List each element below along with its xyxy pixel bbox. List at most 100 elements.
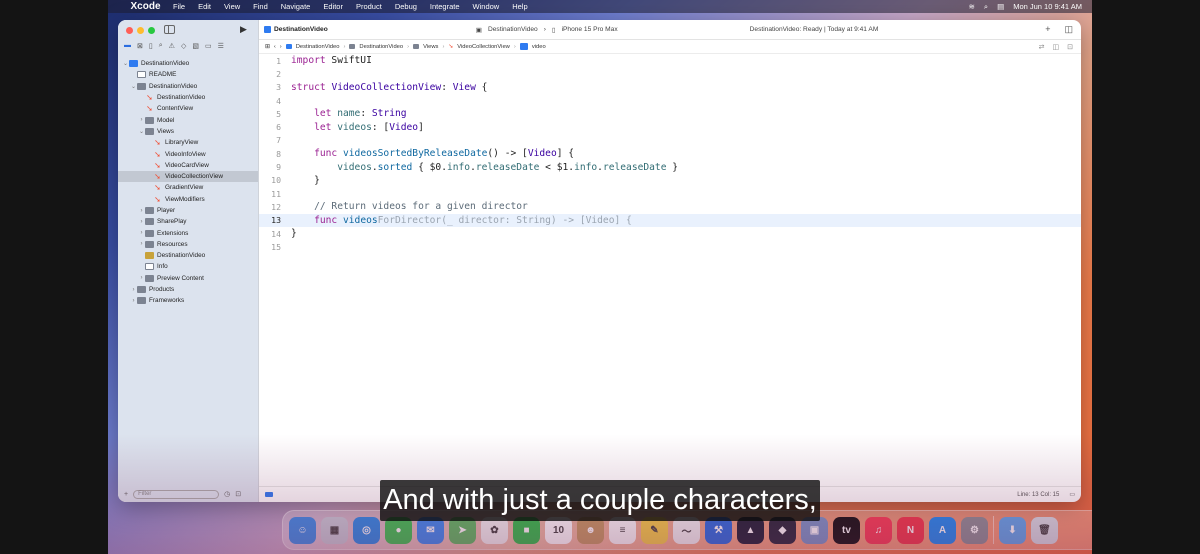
menu-editor[interactable]: Editor bbox=[323, 2, 343, 11]
wifi-icon[interactable]: ≋ bbox=[969, 2, 975, 11]
source-control-filter-icon[interactable]: ⊡ bbox=[235, 490, 241, 498]
code-line[interactable]: 4 bbox=[259, 94, 1081, 107]
disclosure-chevron-icon[interactable]: ⌄ bbox=[130, 83, 137, 90]
disclosure-chevron-icon[interactable]: › bbox=[138, 230, 145, 236]
tree-item[interactable]: ➘ DestinationVideo bbox=[118, 92, 258, 103]
safari-icon[interactable]: ◎ bbox=[353, 516, 380, 544]
recent-files-icon[interactable]: ◷ bbox=[224, 490, 230, 498]
music-icon[interactable]: ♫ bbox=[865, 516, 892, 544]
menu-edit[interactable]: Edit bbox=[198, 2, 211, 11]
menu-clock[interactable]: Mon Jun 10 9:41 AM bbox=[1013, 2, 1082, 11]
add-file-icon[interactable]: + bbox=[124, 491, 128, 498]
menu-help[interactable]: Help bbox=[512, 2, 527, 11]
close-window-button[interactable] bbox=[126, 27, 133, 34]
disclosure-chevron-icon[interactable]: › bbox=[138, 275, 145, 281]
disclosure-chevron-icon[interactable]: › bbox=[138, 241, 145, 247]
tree-item[interactable]: › Model bbox=[118, 114, 258, 125]
control-center-icon[interactable]: ▤ bbox=[997, 2, 1004, 11]
zoom-window-button[interactable] bbox=[148, 27, 155, 34]
tree-item[interactable]: README bbox=[118, 69, 258, 80]
find-navigator-icon[interactable]: ⌕ bbox=[159, 42, 163, 50]
tree-item[interactable]: › Products bbox=[118, 284, 258, 295]
debug-navigator-icon[interactable]: ▧ bbox=[192, 42, 199, 50]
menu-navigate[interactable]: Navigate bbox=[281, 2, 311, 11]
grid-icon[interactable]: ⊞ bbox=[265, 44, 270, 50]
related-items-icon[interactable]: ⇄ bbox=[1039, 43, 1045, 51]
inspector-toggle-icon[interactable]: ◫ bbox=[1064, 24, 1073, 35]
code-line[interactable]: 7 bbox=[259, 134, 1081, 147]
code-line[interactable]: 14} bbox=[259, 227, 1081, 240]
trash-icon[interactable]: 🗑 bbox=[1031, 516, 1058, 544]
source-editor[interactable]: 1 import SwiftUI 2 3 struct VideoCollectionV… bbox=[259, 54, 1081, 486]
disclosure-chevron-icon[interactable]: › bbox=[130, 287, 137, 293]
code-line[interactable]: 3 struct VideoCollectionView: View { bbox=[259, 81, 1081, 94]
bookmark-icon[interactable]: ▯ bbox=[149, 42, 153, 50]
code-line[interactable]: 11 bbox=[259, 187, 1081, 200]
tree-item[interactable]: ➘ VideoInfoView bbox=[118, 148, 258, 159]
breakpoint-navigator-icon[interactable]: ▭ bbox=[205, 42, 212, 50]
tree-item[interactable]: ➘ VideoCollectionView bbox=[118, 170, 258, 183]
split-editor-icon[interactable]: ◫ bbox=[1053, 43, 1060, 51]
settings-icon[interactable]: ⚙ bbox=[961, 516, 988, 544]
source-control-icon[interactable]: ⊠ bbox=[137, 42, 143, 50]
crumb-file[interactable]: VideoCollectionView bbox=[457, 44, 510, 50]
menu-file[interactable]: File bbox=[173, 2, 185, 11]
tv-icon[interactable]: tv bbox=[833, 516, 860, 544]
appstore-icon[interactable]: A bbox=[929, 516, 956, 544]
disclosure-chevron-icon[interactable]: › bbox=[130, 298, 137, 304]
tree-item[interactable]: ➘ ViewModifiers bbox=[118, 194, 258, 205]
test-navigator-icon[interactable]: ◇ bbox=[181, 42, 186, 50]
menu-app-name[interactable]: Xcode bbox=[131, 0, 161, 20]
finder-icon[interactable]: ☺ bbox=[289, 516, 316, 544]
editor-options-icon[interactable]: ⊡ bbox=[1067, 43, 1073, 51]
panel-toggle-icon[interactable]: ▭ bbox=[1069, 491, 1075, 498]
crumb-views[interactable]: Views bbox=[423, 44, 438, 50]
disclosure-chevron-icon[interactable]: ⌄ bbox=[138, 128, 145, 135]
tree-item[interactable]: › Resources bbox=[118, 239, 258, 250]
debug-area-toggle-icon[interactable] bbox=[265, 492, 273, 497]
project-navigator-icon[interactable]: ▬ bbox=[124, 42, 131, 50]
disclosure-chevron-icon[interactable]: › bbox=[138, 208, 145, 214]
menu-debug[interactable]: Debug bbox=[395, 2, 417, 11]
menu-window[interactable]: Window bbox=[473, 2, 500, 11]
disclosure-chevron-icon[interactable]: ⌄ bbox=[122, 60, 129, 67]
code-line[interactable]: 5 let name: String bbox=[259, 107, 1081, 120]
code-line[interactable]: 8 func videosSortedByReleaseDate() -> [V… bbox=[259, 147, 1081, 160]
launchpad-icon[interactable]: ▦ bbox=[321, 516, 348, 544]
tree-item[interactable]: ➘ GradientView bbox=[118, 182, 258, 193]
tree-item[interactable]: › Preview Content bbox=[118, 273, 258, 284]
sidebar-toggle-icon[interactable] bbox=[164, 25, 175, 34]
tree-item[interactable]: › SharePlay bbox=[118, 216, 258, 227]
code-line[interactable]: 2 bbox=[259, 67, 1081, 80]
filter-field[interactable]: Filter bbox=[133, 489, 220, 499]
code-line[interactable]: 13 func videos ForDirector(_ director: St… bbox=[259, 213, 1081, 227]
tree-item[interactable]: DestinationVideo bbox=[118, 250, 258, 261]
code-line[interactable]: 9 videos. sorted { $0. info. releaseDate < … bbox=[259, 160, 1081, 173]
code-line[interactable]: 10 } bbox=[259, 174, 1081, 187]
editor-tab[interactable]: DestinationVideo bbox=[264, 26, 328, 33]
code-line[interactable]: 15 bbox=[259, 240, 1081, 253]
forward-icon[interactable]: › bbox=[280, 44, 282, 50]
tree-item[interactable]: ➘ VideoCardView bbox=[118, 160, 258, 171]
news-icon[interactable]: N bbox=[897, 516, 924, 544]
tree-item[interactable]: › Frameworks bbox=[118, 295, 258, 306]
run-button[interactable]: ▶ bbox=[240, 24, 247, 35]
scheme-selector[interactable]: ▣ DestinationVideo › ▯ iPhone 15 Pro Max bbox=[476, 26, 618, 34]
menu-find[interactable]: Find bbox=[253, 2, 268, 11]
crumb-project[interactable]: DestinationVideo bbox=[296, 44, 340, 50]
back-icon[interactable]: ‹ bbox=[274, 44, 276, 50]
report-navigator-icon[interactable]: ☰ bbox=[218, 42, 224, 50]
tree-item[interactable]: ➘ ContentView bbox=[118, 103, 258, 114]
disclosure-chevron-icon[interactable]: › bbox=[138, 117, 145, 123]
code-line[interactable]: 1 import SwiftUI bbox=[259, 54, 1081, 67]
add-icon[interactable]: + bbox=[1045, 24, 1050, 35]
disclosure-chevron-icon[interactable]: › bbox=[138, 219, 145, 225]
menu-integrate[interactable]: Integrate bbox=[430, 2, 460, 11]
code-line[interactable]: 12 // Return videos for a given director bbox=[259, 200, 1081, 213]
tree-item[interactable]: Info bbox=[118, 261, 258, 272]
tree-item[interactable]: › Player bbox=[118, 205, 258, 216]
minimize-window-button[interactable] bbox=[137, 27, 144, 34]
menu-product[interactable]: Product bbox=[356, 2, 382, 11]
search-icon[interactable]: ⌕ bbox=[984, 2, 988, 12]
menu-view[interactable]: View bbox=[224, 2, 240, 11]
